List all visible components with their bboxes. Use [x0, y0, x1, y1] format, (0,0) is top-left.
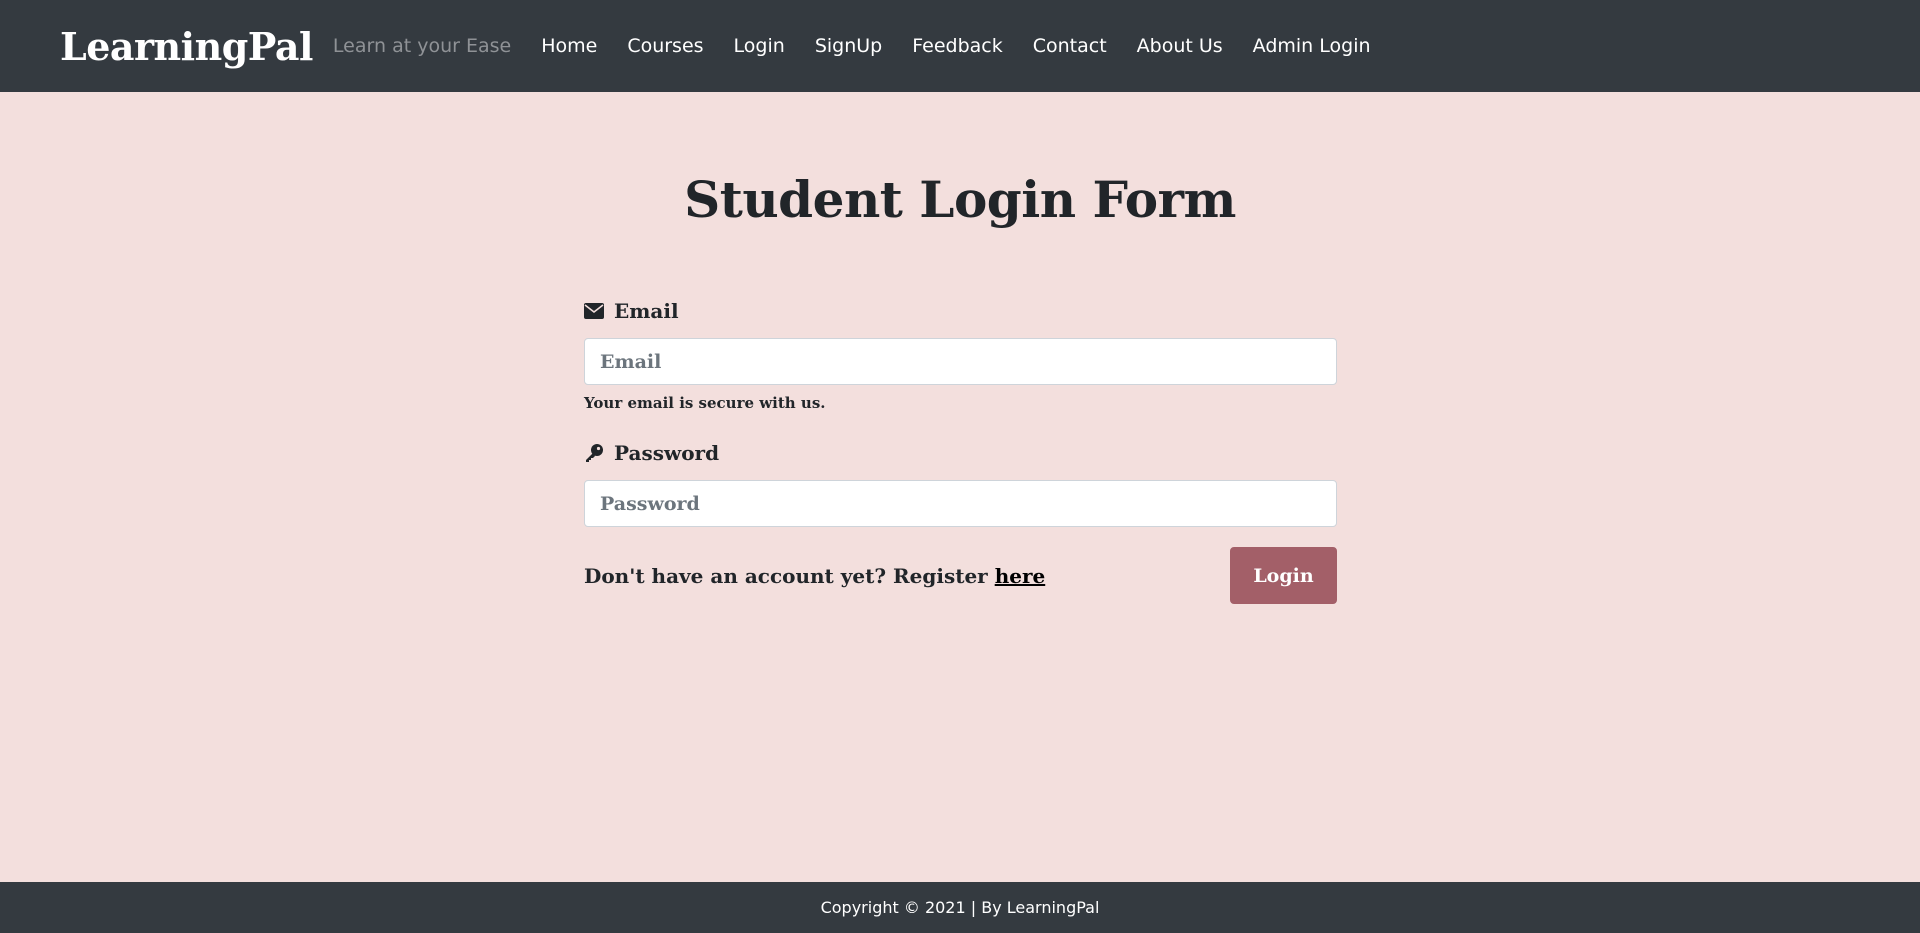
- email-field[interactable]: [584, 338, 1337, 385]
- login-button[interactable]: Login: [1230, 547, 1337, 604]
- nav-link-admin-login[interactable]: Admin Login: [1253, 35, 1371, 57]
- password-label-text: Password: [614, 441, 720, 465]
- nav-link-courses[interactable]: Courses: [627, 35, 703, 57]
- nav-link-feedback[interactable]: Feedback: [912, 35, 1002, 57]
- nav-links: Home Courses Login SignUp Feedback Conta…: [541, 35, 1400, 57]
- register-prompt: Don't have an account yet? Register here: [584, 564, 1045, 588]
- form-actions: Don't have an account yet? Register here…: [584, 547, 1337, 604]
- email-label-text: Email: [614, 299, 679, 323]
- nav-link-contact[interactable]: Contact: [1033, 35, 1107, 57]
- nav-link-login[interactable]: Login: [734, 35, 785, 57]
- top-navbar: LearningPal Learn at your Ease Home Cour…: [0, 0, 1920, 92]
- nav-link-home[interactable]: Home: [541, 35, 597, 57]
- nav-link-signup[interactable]: SignUp: [815, 35, 882, 57]
- page-title: Student Login Form: [684, 170, 1236, 229]
- footer: Copyright © 2021 | By LearningPal: [0, 882, 1920, 933]
- password-field[interactable]: [584, 480, 1337, 527]
- email-help-text: Your email is secure with us.: [584, 394, 826, 412]
- brand-tagline: Learn at your Ease: [332, 35, 512, 57]
- nav-link-about-us[interactable]: About Us: [1137, 35, 1223, 57]
- register-text: Don't have an account yet? Register: [584, 563, 995, 588]
- key-icon: [586, 444, 603, 462]
- login-form: Email Your email is secure with us. Pass…: [584, 296, 1337, 604]
- register-link[interactable]: here: [995, 564, 1046, 588]
- password-label: Password: [584, 438, 1337, 468]
- email-label: Email: [584, 296, 1337, 326]
- brand-logo[interactable]: LearningPal: [60, 24, 313, 69]
- envelope-icon: [584, 303, 604, 319]
- copyright-text: Copyright © 2021 | By LearningPal: [820, 898, 1100, 917]
